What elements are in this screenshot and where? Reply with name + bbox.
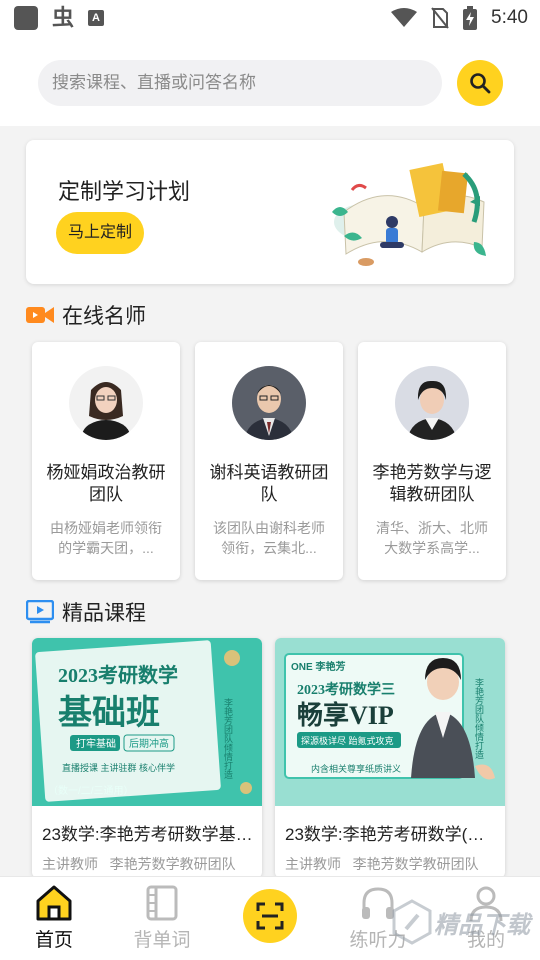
course-title: 23数学:李艳芳考研数学(畅享VIP) [285,825,497,844]
thumb-tag: 探源极详尽 跆氪式攻克 [301,735,394,746]
wifi-icon [391,8,418,27]
teacher-avatar [395,366,469,440]
scan-icon [256,902,284,930]
course-meta: 主讲教师 李艳芳数学教研团队 [42,854,254,874]
notification-square-icon [14,6,38,30]
watermark-text: 精品下载 [434,912,530,939]
teacher-avatar [69,366,143,440]
teacher-avatar [232,366,306,440]
battery-charging-icon [463,6,478,30]
teacher-card[interactable]: 谢科英语教研团队 该团队由谢科老师领衔，云集北... [195,342,343,580]
teacher-label: 主讲教师 [42,856,98,872]
teacher-name: 李艳芳数学与逻辑教研团队 [372,463,492,504]
section-title: 精品课程 [62,602,146,625]
search-input[interactable]: 搜索课程、直播或问答名称 [38,60,442,106]
thumb-tag: 后期冲高 [129,737,169,750]
a-icon: A [88,10,105,26]
header: 搜索课程、直播或问答名称 [0,38,540,126]
thumb-year: 2023考研数学 [58,663,178,687]
course-meta: 主讲教师 李艳芳数学教研团队 [285,854,497,874]
course-card[interactable]: 2023考研数学 基础班 打牢基础 后期冲高 直播授课 主讲驻群 核心伴学 （数… [32,638,262,878]
course-card[interactable]: ONE 李艳芳 2023考研数学三 畅享VIP 探源极详尽 跆氪式攻克 内含相关… [275,638,505,878]
home-icon [36,885,72,921]
thumb-logo: ONE 李艳芳 [291,660,345,673]
teacher-label: 主讲教师 [285,856,341,872]
bug-icon: 虫 [52,5,75,30]
teacher-team: 李艳芳数学教研团队 [352,856,479,872]
no-sim-icon [431,7,449,29]
thumb-subtitle: （数一/二/三通用） [48,784,134,797]
thumb-year: 2023考研数学三 [297,681,395,698]
thumb-tag: 打牢基础 [76,737,116,750]
teacher-card[interactable]: 杨娅娟政治教研团队 由杨娅娟老师领衔的学霸天团，... [32,342,180,580]
status-bar: 虫 A 5:40 [0,0,540,38]
teacher-description: 清华、浙大、北师大数学系高学... [376,520,488,556]
teacher-description: 由杨娅娟老师领衔的学霸天团，... [50,520,162,556]
study-plan-card[interactable]: 定制学习计划 马上定制 [26,140,514,284]
section-title: 在线名师 [62,305,146,328]
teacher-name: 谢科英语教研团队 [209,463,329,504]
search-icon [470,73,491,94]
bottom-tab-bar: 首页 背单词 练听力 我的 精品下载 [0,876,540,960]
books-illustration [332,162,486,266]
clock: 5:40 [491,7,528,28]
thumb-side-text: 李艳芳团队倾情打造 [223,697,233,780]
tab-label: 首页 [34,930,73,951]
course-title: 23数学:李艳芳考研数学基础班 [42,825,254,844]
watermark: 精品下载 [392,895,538,949]
featured-courses-heading: 精品课程 [26,597,146,627]
tab-home[interactable]: 首页 [0,877,108,960]
course-thumbnail: 2023考研数学 基础班 打牢基础 后期冲高 直播授课 主讲驻群 核心伴学 （数… [32,638,262,806]
tab-label: 背单词 [133,930,191,951]
teacher-card[interactable]: 李艳芳数学与逻辑教研团队 清华、浙大、北师大数学系高学... [358,342,506,580]
video-camera-icon [26,307,54,323]
tab-vocabulary[interactable]: 背单词 [108,877,216,960]
thumb-features: 直播授课 主讲驻群 核心伴学 [62,762,175,773]
customize-now-button[interactable]: 马上定制 [56,212,144,254]
teacher-name: 杨娅娟政治教研团队 [46,463,166,504]
watermark-logo-icon [392,899,432,945]
thumb-features: 内含相关尊享纸质讲义 [311,763,401,774]
thumb-side-text: 李艳芳团队倾情打造 [474,677,484,760]
book-icon [146,885,178,921]
plan-title: 定制学习计划 [58,179,191,204]
search-button[interactable] [457,60,503,106]
thumb-course-name: 基础班 [58,694,160,732]
online-teachers-heading: 在线名师 [26,300,146,330]
teacher-team: 李艳芳数学教研团队 [109,856,236,872]
scan-button[interactable] [243,889,297,943]
teacher-description: 该团队由谢科老师领衔，云集北... [213,520,325,556]
course-thumbnail: ONE 李艳芳 2023考研数学三 畅享VIP 探源极详尽 跆氪式攻克 内含相关… [275,638,505,806]
play-screen-icon [26,600,54,624]
thumb-course-name: 畅享VIP [297,700,394,730]
